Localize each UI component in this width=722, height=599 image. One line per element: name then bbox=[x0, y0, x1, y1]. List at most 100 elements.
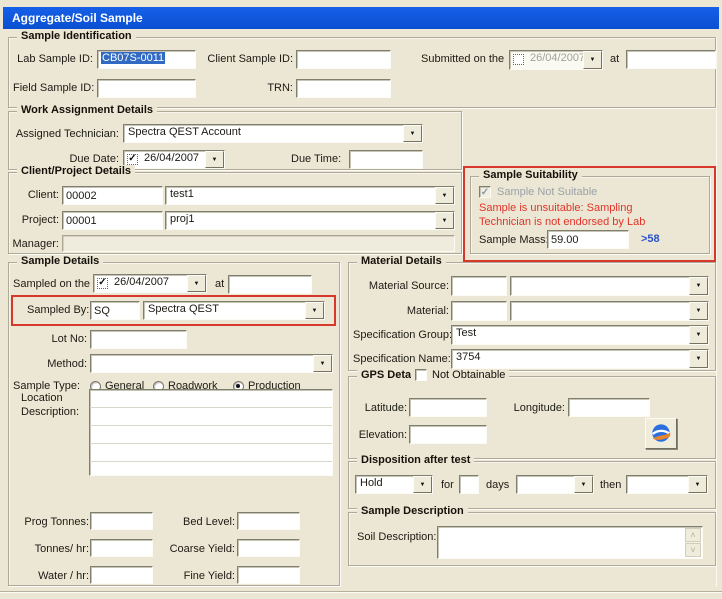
then-label: then bbox=[600, 479, 621, 491]
chevron-down-icon[interactable]: ▼ bbox=[583, 51, 602, 69]
sampled-by-label: Sampled By: bbox=[27, 304, 87, 316]
sampled-on-checkbox[interactable]: ✓ bbox=[97, 278, 108, 289]
sampled-by-name-combo[interactable]: Spectra QEST ▼ bbox=[143, 301, 325, 320]
water-hr-field[interactable] bbox=[90, 566, 153, 584]
fine-yield-field[interactable] bbox=[237, 566, 300, 584]
material-label: Material: bbox=[353, 305, 449, 317]
group-material-details: Material Details Material Source: ▼ Mate… bbox=[348, 262, 716, 371]
field-sample-id-label: Field Sample ID: bbox=[13, 82, 93, 94]
specification-name-combo[interactable]: 3754 ▼ bbox=[451, 349, 709, 369]
elevation-field[interactable] bbox=[409, 425, 487, 444]
group-disposition: Disposition after test Hold ▼ for days ▼… bbox=[348, 461, 716, 509]
group-title: Client/Project Details bbox=[17, 165, 135, 177]
chevron-down-icon[interactable]: ▼ bbox=[574, 476, 593, 493]
sampled-by-code-field[interactable] bbox=[90, 301, 140, 320]
chevron-down-icon[interactable]: ▼ bbox=[688, 476, 707, 493]
disposition-days-combo[interactable]: ▼ bbox=[516, 475, 594, 494]
chevron-down-icon[interactable]: ▼ bbox=[403, 125, 422, 142]
submitted-date-picker[interactable]: 26/04/2007 ▼ bbox=[509, 50, 603, 70]
tonnes-hr-field[interactable] bbox=[90, 539, 153, 557]
location-description-label-1: Location bbox=[21, 392, 63, 404]
client-name-combo[interactable]: test1 ▼ bbox=[165, 186, 455, 205]
disposition-then-value bbox=[627, 476, 688, 493]
sample-not-suitable-checkbox: ✓ bbox=[479, 186, 491, 198]
client-label: Client: bbox=[15, 189, 59, 201]
material-combo[interactable]: ▼ bbox=[510, 301, 709, 321]
bottom-divider bbox=[0, 591, 722, 592]
soil-description-field[interactable]: ˄ ˅ bbox=[437, 526, 703, 559]
field-sample-id-field[interactable] bbox=[97, 79, 196, 98]
material-source-combo[interactable]: ▼ bbox=[510, 276, 709, 296]
coarse-yield-field[interactable] bbox=[237, 539, 300, 557]
not-obtainable-checkbox[interactable] bbox=[415, 369, 427, 381]
suitability-warning-line2: Technician is not endorsed by Lab bbox=[479, 216, 645, 228]
window-title: Aggregate/Soil Sample bbox=[3, 7, 719, 29]
assigned-technician-combo[interactable]: Spectra QEST Account ▼ bbox=[123, 124, 423, 143]
client-code-field[interactable] bbox=[62, 186, 163, 205]
sampled-time-field[interactable] bbox=[228, 275, 312, 294]
chevron-down-icon[interactable]: ▼ bbox=[689, 326, 708, 344]
prog-tonnes-field[interactable] bbox=[90, 512, 153, 530]
method-combo[interactable]: ▼ bbox=[90, 354, 333, 373]
material-source-value bbox=[511, 277, 689, 295]
specification-group-combo[interactable]: Test ▼ bbox=[451, 325, 709, 345]
chevron-down-icon[interactable]: ▼ bbox=[305, 302, 324, 319]
due-date-checkbox[interactable]: ✓ bbox=[127, 154, 138, 165]
elevation-label: Elevation: bbox=[357, 429, 407, 441]
soil-description-scrollbar[interactable]: ˄ ˅ bbox=[685, 528, 701, 557]
chevron-down-icon[interactable]: ▼ bbox=[689, 277, 708, 295]
specification-name-value: 3754 bbox=[452, 350, 689, 368]
material-code-field[interactable] bbox=[451, 301, 507, 321]
group-title: Sample Description bbox=[357, 505, 468, 517]
project-code-field[interactable] bbox=[62, 211, 163, 230]
chevron-down-icon[interactable]: ▼ bbox=[435, 187, 454, 204]
material-source-label: Material Source: bbox=[353, 280, 449, 292]
client-sample-id-field[interactable] bbox=[296, 50, 391, 69]
chevron-down-icon[interactable]: ▼ bbox=[313, 355, 332, 372]
aggregate-soil-sample-window: Aggregate/Soil Sample Sample Identificat… bbox=[0, 0, 722, 599]
scroll-up-icon[interactable]: ˄ bbox=[685, 528, 701, 542]
group-sample-details: Sample Details Sampled on the ✓ 26/04/20… bbox=[8, 262, 340, 586]
group-sample-description: Sample Description Soil Description: ˄ ˅ bbox=[348, 512, 716, 566]
submitted-date-checkbox[interactable] bbox=[513, 54, 524, 65]
group-title: Material Details bbox=[357, 255, 446, 267]
material-source-code-field[interactable] bbox=[451, 276, 507, 296]
disposition-days-number-field[interactable] bbox=[459, 475, 479, 494]
project-label: Project: bbox=[15, 214, 59, 226]
disposition-then-combo[interactable]: ▼ bbox=[626, 475, 708, 494]
client-sample-id-label: Client Sample ID: bbox=[201, 53, 293, 65]
chevron-down-icon[interactable]: ▼ bbox=[435, 212, 454, 229]
chevron-down-icon[interactable]: ▼ bbox=[689, 350, 708, 368]
method-label: Method: bbox=[13, 358, 87, 370]
chevron-down-icon[interactable]: ▼ bbox=[205, 151, 224, 168]
sample-mass-hint: >58 bbox=[641, 233, 660, 245]
lot-no-field[interactable] bbox=[90, 330, 187, 349]
latitude-field[interactable] bbox=[409, 398, 487, 417]
submitted-time-field[interactable] bbox=[626, 50, 716, 69]
longitude-field[interactable] bbox=[568, 398, 650, 417]
coarse-yield-label: Coarse Yield: bbox=[169, 543, 235, 555]
sampled-on-date-picker[interactable]: ✓ 26/04/2007 ▼ bbox=[93, 274, 207, 293]
chevron-down-icon[interactable]: ▼ bbox=[187, 275, 206, 292]
chevron-down-icon[interactable]: ▼ bbox=[689, 302, 708, 320]
bed-level-label: Bed Level: bbox=[177, 516, 235, 528]
scroll-down-icon[interactable]: ˅ bbox=[685, 543, 701, 557]
for-label: for bbox=[441, 479, 454, 491]
sampled-at-label: at bbox=[215, 278, 224, 290]
group-title: Work Assignment Details bbox=[17, 104, 157, 116]
project-name-combo[interactable]: proj1 ▼ bbox=[165, 211, 455, 230]
disposition-action-combo[interactable]: Hold ▼ bbox=[355, 475, 433, 494]
lab-sample-id-field[interactable]: CB07S-0011 bbox=[97, 50, 196, 69]
trn-field[interactable] bbox=[296, 79, 391, 98]
bed-level-field[interactable] bbox=[237, 512, 300, 530]
sample-mass-field[interactable] bbox=[547, 230, 629, 249]
sample-mass-label: Sample Mass: bbox=[479, 234, 549, 246]
fine-yield-label: Fine Yield: bbox=[177, 570, 235, 582]
location-description-field[interactable] bbox=[89, 389, 333, 476]
group-title: Sample Details bbox=[17, 255, 103, 267]
due-time-field[interactable] bbox=[349, 150, 423, 169]
gps-globe-button[interactable] bbox=[645, 418, 677, 449]
specification-group-label: Specification Group: bbox=[353, 329, 449, 341]
chevron-down-icon[interactable]: ▼ bbox=[413, 476, 432, 493]
due-date-picker[interactable]: ✓ 26/04/2007 ▼ bbox=[123, 150, 225, 169]
